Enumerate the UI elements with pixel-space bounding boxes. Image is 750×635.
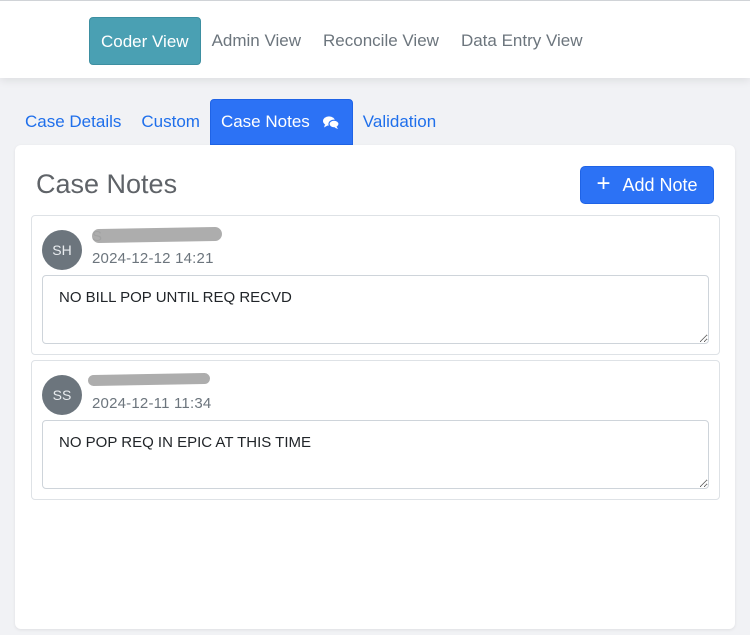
redaction-mark (91, 226, 223, 244)
top-navbar: Coder View Admin View Reconcile View Dat… (0, 0, 750, 78)
note-item: SS 2024-12-11 11:34 NO POP REQ IN EPIC A… (31, 360, 720, 500)
plus-icon: + (596, 170, 611, 197)
note-timestamp: 2024-12-11 11:34 (92, 395, 212, 412)
tab-custom[interactable]: Custom (131, 99, 210, 145)
admin-view-tab[interactable]: Admin View (201, 17, 312, 65)
tab-case-details[interactable]: Case Details (15, 99, 131, 145)
redaction-mark (87, 372, 211, 387)
case-notes-title: Case Notes (36, 169, 178, 199)
case-tabs: Case Details Custom Case Notes Validatio… (15, 99, 446, 145)
view-switcher: Coder View Admin View Reconcile View Dat… (89, 17, 594, 65)
note-text[interactable]: NO BILL POP UNTIL REQ RECVD (42, 275, 709, 344)
coder-view-tab[interactable]: Coder View (89, 17, 201, 65)
avatar: SS (42, 375, 82, 415)
avatar: SH (42, 230, 82, 270)
tab-case-notes[interactable]: Case Notes (209, 99, 353, 145)
case-notes-panel: Case Notes + Add Note SH S 2024-12-12 14… (15, 145, 735, 629)
tab-case-notes-label: Case Notes (220, 112, 310, 131)
add-note-label: Add Note (622, 174, 698, 195)
note-item: SH S 2024-12-12 14:21 NO BILL POP UNTIL … (31, 215, 720, 355)
note-timestamp: 2024-12-12 14:21 (92, 250, 214, 267)
data-entry-view-tab[interactable]: Data Entry View (450, 17, 594, 65)
comments-icon (322, 115, 340, 130)
note-text[interactable]: NO POP REQ IN EPIC AT THIS TIME (42, 420, 709, 489)
tab-validation[interactable]: Validation (353, 99, 446, 145)
add-note-button[interactable]: + Add Note (580, 166, 714, 204)
reconcile-view-tab[interactable]: Reconcile View (312, 17, 450, 65)
